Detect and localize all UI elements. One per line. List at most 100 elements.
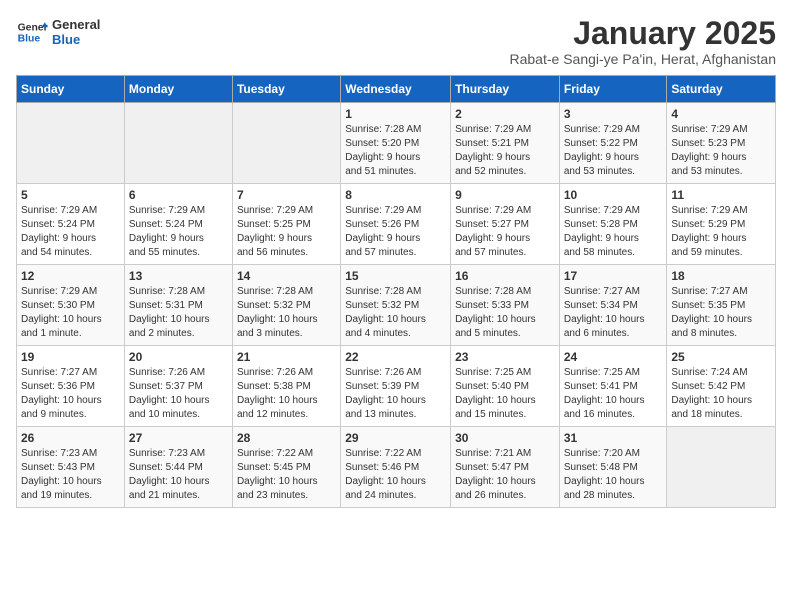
day-detail: Sunrise: 7:27 AM Sunset: 5:35 PM Dayligh… [671,285,771,341]
day-detail: Sunrise: 7:28 AM Sunset: 5:31 PM Dayligh… [129,285,228,341]
day-detail: Sunrise: 7:27 AM Sunset: 5:36 PM Dayligh… [21,366,120,422]
calendar-table: SundayMondayTuesdayWednesdayThursdayFrid… [16,75,776,508]
day-number: 26 [21,431,120,445]
day-number: 22 [345,350,446,364]
day-detail: Sunrise: 7:29 AM Sunset: 5:26 PM Dayligh… [345,204,446,260]
calendar-cell: 18 Sunrise: 7:27 AM Sunset: 5:35 PM Dayli… [667,265,776,346]
weekday-header-saturday: Saturday [667,76,776,103]
calendar-cell [124,103,232,184]
day-number: 1 [345,107,446,121]
day-detail: Sunrise: 7:22 AM Sunset: 5:46 PM Dayligh… [345,447,446,503]
day-number: 7 [237,188,336,202]
day-number: 10 [564,188,663,202]
calendar-cell: 17 Sunrise: 7:27 AM Sunset: 5:34 PM Dayli… [559,265,667,346]
calendar-cell: 7 Sunrise: 7:29 AM Sunset: 5:25 PM Daylig… [232,184,340,265]
calendar-cell: 3 Sunrise: 7:29 AM Sunset: 5:22 PM Daylig… [559,103,667,184]
day-number: 31 [564,431,663,445]
day-number: 24 [564,350,663,364]
calendar-body: 1Sunrise: 7:28 AM Sunset: 5:20 PM Daylig… [17,103,776,508]
day-detail: Sunrise: 7:29 AM Sunset: 5:24 PM Dayligh… [21,204,120,260]
weekday-header-friday: Friday [559,76,667,103]
page-header: General Blue General Blue January 2025 R… [16,16,776,67]
calendar-header: SundayMondayTuesdayWednesdayThursdayFrid… [17,76,776,103]
calendar-cell: 10Sunrise: 7:29 AM Sunset: 5:28 PM Dayli… [559,184,667,265]
calendar-cell: 12 Sunrise: 7:29 AM Sunset: 5:30 PM Dayli… [17,265,125,346]
day-number: 9 [455,188,555,202]
day-detail: Sunrise: 7:29 AM Sunset: 5:23 PM Dayligh… [671,123,771,179]
calendar-cell: 21 Sunrise: 7:26 AM Sunset: 5:38 PM Dayli… [232,346,340,427]
calendar-week-5: 26Sunrise: 7:23 AM Sunset: 5:43 PM Dayli… [17,427,776,508]
day-number: 25 [671,350,771,364]
calendar-cell: 20 Sunrise: 7:26 AM Sunset: 5:37 PM Dayli… [124,346,232,427]
calendar-cell: 19Sunrise: 7:27 AM Sunset: 5:36 PM Dayli… [17,346,125,427]
calendar-week-2: 5 Sunrise: 7:29 AM Sunset: 5:24 PM Daylig… [17,184,776,265]
day-detail: Sunrise: 7:29 AM Sunset: 5:27 PM Dayligh… [455,204,555,260]
calendar-cell: 16Sunrise: 7:28 AM Sunset: 5:33 PM Dayli… [451,265,560,346]
calendar-cell: 24 Sunrise: 7:25 AM Sunset: 5:41 PM Dayli… [559,346,667,427]
day-number: 23 [455,350,555,364]
calendar-subtitle: Rabat-e Sangi-ye Pa'in, Herat, Afghanist… [510,51,777,67]
calendar-cell: 14 Sunrise: 7:28 AM Sunset: 5:32 PM Dayli… [232,265,340,346]
day-number: 12 [21,269,120,283]
day-number: 2 [455,107,555,121]
calendar-cell: 6 Sunrise: 7:29 AM Sunset: 5:24 PM Daylig… [124,184,232,265]
day-number: 30 [455,431,555,445]
calendar-week-1: 1Sunrise: 7:28 AM Sunset: 5:20 PM Daylig… [17,103,776,184]
calendar-week-3: 12 Sunrise: 7:29 AM Sunset: 5:30 PM Dayli… [17,265,776,346]
svg-text:Blue: Blue [18,34,41,45]
title-block: January 2025 Rabat-e Sangi-ye Pa'in, Her… [510,16,777,67]
day-number: 27 [129,431,228,445]
calendar-cell: 9 Sunrise: 7:29 AM Sunset: 5:27 PM Daylig… [451,184,560,265]
calendar-cell [17,103,125,184]
day-detail: Sunrise: 7:29 AM Sunset: 5:21 PM Dayligh… [455,123,555,179]
calendar-cell [667,427,776,508]
calendar-title: January 2025 [510,16,777,51]
day-detail: Sunrise: 7:25 AM Sunset: 5:41 PM Dayligh… [564,366,663,422]
day-detail: Sunrise: 7:23 AM Sunset: 5:44 PM Dayligh… [129,447,228,503]
calendar-cell: 2 Sunrise: 7:29 AM Sunset: 5:21 PM Daylig… [451,103,560,184]
calendar-cell: 31 Sunrise: 7:20 AM Sunset: 5:48 PM Dayli… [559,427,667,508]
calendar-cell: 26Sunrise: 7:23 AM Sunset: 5:43 PM Dayli… [17,427,125,508]
day-number: 16 [455,269,555,283]
day-detail: Sunrise: 7:20 AM Sunset: 5:48 PM Dayligh… [564,447,663,503]
day-number: 29 [345,431,446,445]
calendar-cell: 5 Sunrise: 7:29 AM Sunset: 5:24 PM Daylig… [17,184,125,265]
day-detail: Sunrise: 7:24 AM Sunset: 5:42 PM Dayligh… [671,366,771,422]
calendar-cell: 25 Sunrise: 7:24 AM Sunset: 5:42 PM Dayli… [667,346,776,427]
day-number: 6 [129,188,228,202]
day-number: 21 [237,350,336,364]
weekday-header-tuesday: Tuesday [232,76,340,103]
day-number: 18 [671,269,771,283]
day-number: 14 [237,269,336,283]
day-detail: Sunrise: 7:26 AM Sunset: 5:37 PM Dayligh… [129,366,228,422]
day-detail: Sunrise: 7:28 AM Sunset: 5:32 PM Dayligh… [237,285,336,341]
day-detail: Sunrise: 7:29 AM Sunset: 5:24 PM Dayligh… [129,204,228,260]
svg-text:General: General [18,22,48,33]
day-detail: Sunrise: 7:26 AM Sunset: 5:39 PM Dayligh… [345,366,446,422]
calendar-cell: 22 Sunrise: 7:26 AM Sunset: 5:39 PM Dayli… [341,346,451,427]
weekday-header-monday: Monday [124,76,232,103]
calendar-cell: 15Sunrise: 7:28 AM Sunset: 5:32 PM Dayli… [341,265,451,346]
day-number: 17 [564,269,663,283]
day-detail: Sunrise: 7:29 AM Sunset: 5:30 PM Dayligh… [21,285,120,341]
day-detail: Sunrise: 7:28 AM Sunset: 5:32 PM Dayligh… [345,285,446,341]
day-number: 3 [564,107,663,121]
day-number: 13 [129,269,228,283]
calendar-cell: 23Sunrise: 7:25 AM Sunset: 5:40 PM Dayli… [451,346,560,427]
weekday-header-thursday: Thursday [451,76,560,103]
weekday-header-wednesday: Wednesday [341,76,451,103]
calendar-cell: 30Sunrise: 7:21 AM Sunset: 5:47 PM Dayli… [451,427,560,508]
day-detail: Sunrise: 7:26 AM Sunset: 5:38 PM Dayligh… [237,366,336,422]
day-detail: Sunrise: 7:29 AM Sunset: 5:25 PM Dayligh… [237,204,336,260]
day-number: 8 [345,188,446,202]
weekday-row: SundayMondayTuesdayWednesdayThursdayFrid… [17,76,776,103]
day-number: 5 [21,188,120,202]
day-detail: Sunrise: 7:22 AM Sunset: 5:45 PM Dayligh… [237,447,336,503]
day-number: 11 [671,188,771,202]
day-number: 20 [129,350,228,364]
calendar-week-4: 19Sunrise: 7:27 AM Sunset: 5:36 PM Dayli… [17,346,776,427]
day-number: 28 [237,431,336,445]
day-number: 4 [671,107,771,121]
day-detail: Sunrise: 7:29 AM Sunset: 5:22 PM Dayligh… [564,123,663,179]
day-detail: Sunrise: 7:27 AM Sunset: 5:34 PM Dayligh… [564,285,663,341]
